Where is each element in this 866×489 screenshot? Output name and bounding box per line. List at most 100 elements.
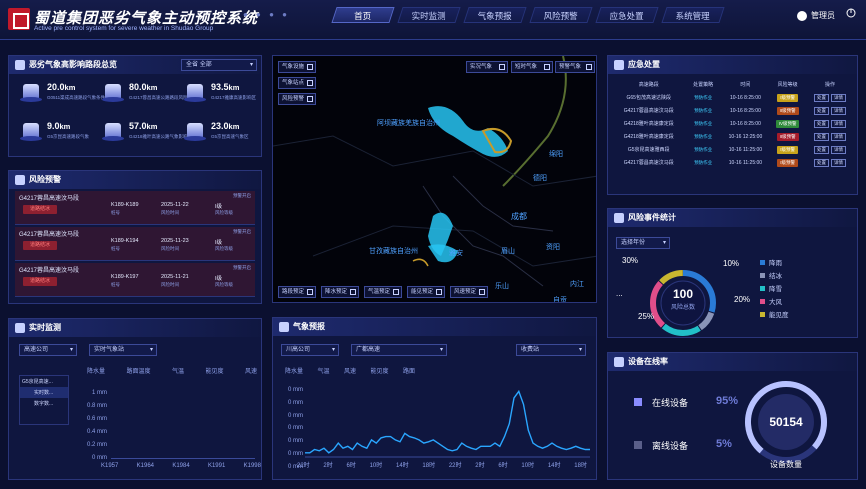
company-select[interactable]: 川高公司 bbox=[281, 344, 339, 356]
station-tree: G5京昆高速... 实时数... 数字数... bbox=[19, 375, 69, 425]
nav-forecast[interactable]: 气象预报 bbox=[463, 7, 527, 23]
warning-row[interactable]: G4217蓉昌高速汶马段 预警开启 道路结冰 K189-K194 桩号 2025-1… bbox=[15, 227, 255, 261]
tree-node[interactable]: 实时数... bbox=[20, 387, 68, 398]
time-cell: 10-16 8:25:00 bbox=[729, 94, 761, 101]
col-tab[interactable]: 路面 bbox=[403, 366, 415, 375]
legend-item[interactable]: 能见度 bbox=[760, 309, 789, 322]
nav-home[interactable]: 首页 bbox=[331, 7, 395, 23]
year-select[interactable]: 选择年份 bbox=[616, 237, 670, 249]
road-summary-panel: 恶劣气象高影响路段总览 全省 全部 20.0kmG0511渠成高速路段气象条件 … bbox=[8, 55, 262, 157]
col-tab[interactable]: 风速 bbox=[344, 366, 356, 375]
nav-warning[interactable]: 风险预警 bbox=[529, 7, 593, 23]
pct-label: ... bbox=[616, 289, 623, 298]
col-tab[interactable]: 路面温度 bbox=[126, 366, 150, 375]
emergency-row[interactable]: G5京昆高速雅西段 预防作业 10-16 11:25:00 I级预警 处置 详情 bbox=[612, 143, 855, 156]
layer-toggle[interactable]: 实况气象 bbox=[466, 61, 508, 73]
tree-node[interactable]: 数字数... bbox=[20, 398, 68, 409]
emergency-row[interactable]: G4218雅叶高速康定段 预防作业 10-16 8:25:00 IV级预警 处置… bbox=[612, 117, 855, 130]
time-cell: 10-16 8:25:00 bbox=[729, 107, 761, 114]
power-icon[interactable] bbox=[846, 8, 856, 18]
stats-icon bbox=[614, 213, 624, 223]
legend-item[interactable]: 降雪 bbox=[760, 283, 789, 296]
dispose-button[interactable]: 处置 bbox=[814, 119, 830, 128]
monitor-xaxis: K1957 K1964 K1984 K1991 K1998 bbox=[101, 463, 261, 469]
nav-realtime[interactable]: 实时监测 bbox=[397, 7, 461, 23]
col-tab[interactable]: 降水量 bbox=[285, 366, 303, 375]
dispose-button[interactable]: 处置 bbox=[814, 93, 830, 102]
highway-select[interactable]: 广都高速 bbox=[351, 344, 447, 356]
emergency-panel: 应急处置 高速路段 处置策略 时间 风险等级 操作 G65包茂高速达陕段 预防作业 10… bbox=[607, 55, 858, 195]
layer-toggle[interactable]: 预警气象 bbox=[555, 61, 595, 73]
detail-button[interactable]: 详情 bbox=[831, 132, 847, 141]
pct-label: 20% bbox=[734, 295, 751, 304]
dispose-button[interactable]: 处置 bbox=[814, 145, 830, 154]
emergency-row[interactable]: G65包茂高速达陕段 预防作业 10-16 8:25:00 I级预警 处置 详情 bbox=[612, 91, 855, 104]
detail-button[interactable]: 详情 bbox=[831, 145, 847, 154]
dispose-button[interactable]: 处置 bbox=[814, 132, 830, 141]
map-city-label: 资阳 bbox=[546, 244, 560, 251]
detail-button[interactable]: 详情 bbox=[831, 93, 847, 102]
road-cell: G5京昆高速雅西段 bbox=[627, 147, 670, 153]
offline-label: 离线设备 bbox=[652, 441, 689, 451]
dispose-button[interactable]: 处置 bbox=[814, 158, 830, 167]
forecast-toggle[interactable]: 气温预定 bbox=[364, 286, 402, 298]
warning-area[interactable] bbox=[428, 106, 508, 157]
road-cell: G4217蓉昌高速汶马段 bbox=[623, 108, 674, 114]
warning-row[interactable]: G4217蓉昌高速汶马段 预警开启 道路结冰 K189-K189 桩号 2025-1… bbox=[15, 191, 255, 225]
road-icon bbox=[20, 123, 42, 141]
station-select[interactable]: 实时气象站 bbox=[89, 344, 157, 356]
detail-button[interactable]: 详情 bbox=[831, 119, 847, 128]
logo-icon bbox=[8, 8, 30, 30]
nav-emergency[interactable]: 应急处置 bbox=[595, 7, 659, 23]
plan-cell: 预防作业 bbox=[694, 159, 713, 165]
region-select[interactable]: 全省 全部 bbox=[181, 59, 257, 71]
forecast-toggle[interactable]: 降水预定 bbox=[321, 286, 359, 298]
col-tab[interactable]: 能见度 bbox=[205, 366, 223, 375]
col-tab[interactable]: 能见度 bbox=[370, 366, 388, 375]
risk-total: 100 bbox=[672, 287, 694, 301]
col-tab[interactable]: 风速 bbox=[245, 366, 257, 375]
detail-button[interactable]: 详情 bbox=[831, 106, 847, 115]
ops-cell: 处置 详情 bbox=[805, 117, 855, 130]
road-cell: G65包茂高速达陕段 bbox=[626, 95, 671, 101]
map-city-label: 内江 bbox=[570, 281, 584, 288]
col-tab[interactable]: 气温 bbox=[172, 366, 184, 375]
layer-toggle[interactable]: 气象设施 bbox=[278, 61, 316, 73]
forecast-xaxis: 22时 2时 6时 10时 14时 18时 22时 2时 6时 10时 14时 18时 bbox=[297, 463, 587, 469]
road-icon bbox=[184, 123, 206, 141]
map-canvas[interactable] bbox=[273, 56, 597, 303]
risk-legend: 降雨 结冰 降雪 大风 能见度 bbox=[760, 257, 789, 322]
dispose-button[interactable]: 处置 bbox=[814, 106, 830, 115]
layer-toggle[interactable]: 气象站点 bbox=[278, 77, 316, 89]
level-cell: IV级预警 bbox=[770, 117, 805, 130]
ops-cell: 处置 详情 bbox=[805, 104, 855, 117]
nav-system[interactable]: 系统管理 bbox=[661, 7, 725, 23]
emergency-row[interactable]: G4217蓉昌高速汶马段 预防作业 10-16 8:25:00 II级预警 处置… bbox=[612, 104, 855, 117]
shield-icon bbox=[15, 175, 25, 185]
legend-item[interactable]: 结冰 bbox=[760, 270, 789, 283]
tree-root[interactable]: G5京昆高速... bbox=[20, 376, 68, 387]
station-select[interactable]: 收费站 bbox=[516, 344, 586, 356]
forecast-toggle[interactable]: 风速预定 bbox=[450, 286, 488, 298]
company-select[interactable]: 高速公司 bbox=[19, 344, 77, 356]
time-cell: 10-16 8:25:00 bbox=[729, 120, 761, 127]
col-tab[interactable]: 降水量 bbox=[87, 366, 105, 375]
pct-label: 10% bbox=[723, 259, 740, 268]
forecast-toggle[interactable]: 路段预定 bbox=[278, 286, 316, 298]
road-stat: 57.0km G4218雅叶高速公路气象影响 bbox=[102, 121, 188, 151]
legend-item[interactable]: 大风 bbox=[760, 296, 789, 309]
layer-toggle[interactable]: 短时气象 bbox=[511, 61, 553, 73]
user-name: 管理员 bbox=[811, 11, 835, 20]
detail-button[interactable]: 详情 bbox=[831, 158, 847, 167]
road-stat: 20.0km G0511渠成高速路段气象条件 bbox=[20, 82, 105, 112]
user-menu[interactable]: 管理员 bbox=[797, 10, 835, 21]
layer-toggle[interactable]: 风险预警 bbox=[278, 93, 316, 105]
emergency-row[interactable]: G4218雅叶高速康定段 预防作业 10-16 12:25:00 II级预警 处… bbox=[612, 130, 855, 143]
forecast-toggle[interactable]: 能见预定 bbox=[407, 286, 445, 298]
map-panel[interactable]: 阿坝藏族羌族自治州 绵阳 德阳 成都 甘孜藏族自治州 雅安 眉山 资阳 乐山 内… bbox=[272, 55, 597, 303]
col-tab[interactable]: 气温 bbox=[317, 366, 329, 375]
offline-pct: 5% bbox=[716, 438, 732, 450]
warning-row[interactable]: G4217蓉昌高速汶马段 预警开启 道路结冰 K189-K197 桩号 2025-1… bbox=[15, 263, 255, 297]
legend-item[interactable]: 降雨 bbox=[760, 257, 789, 270]
emergency-row[interactable]: G4217蓉昌高速汶马段 预防作业 10-16 11:25:00 I级预警 处置… bbox=[612, 156, 855, 169]
